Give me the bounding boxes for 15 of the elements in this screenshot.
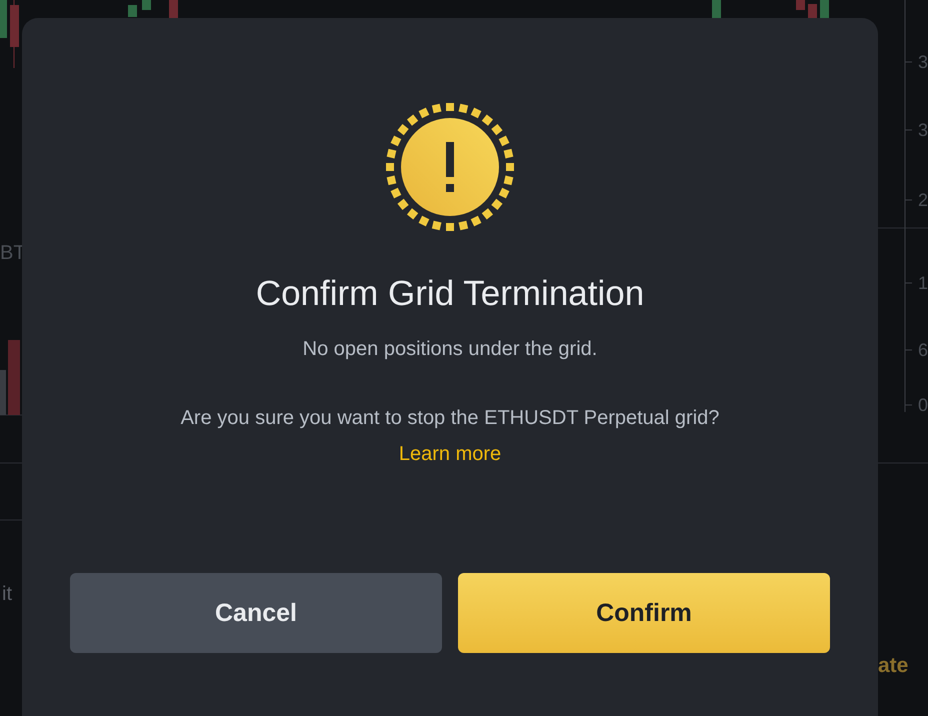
pair-label: BT	[0, 242, 26, 264]
warning-icon	[385, 102, 515, 232]
axis-label: 2	[918, 189, 928, 211]
cancel-button[interactable]: Cancel	[70, 573, 442, 653]
axis-label: 1	[918, 272, 928, 294]
axis-label: 3	[918, 51, 928, 73]
dialog-title: Confirm Grid Termination	[256, 273, 644, 315]
profit-label: it	[2, 583, 12, 605]
confirmation-question: Are you sure you want to stop the ETHUSDT Perpetual grid?	[180, 406, 720, 431]
dialog-message: No open positions under the grid.	[302, 337, 598, 362]
confirm-button[interactable]: Confirm	[458, 573, 830, 653]
learn-more-link[interactable]: Learn more	[398, 441, 502, 467]
axis-label: 6	[918, 339, 928, 361]
axis-label: 3	[918, 119, 928, 141]
axis-label: 0	[918, 394, 928, 416]
